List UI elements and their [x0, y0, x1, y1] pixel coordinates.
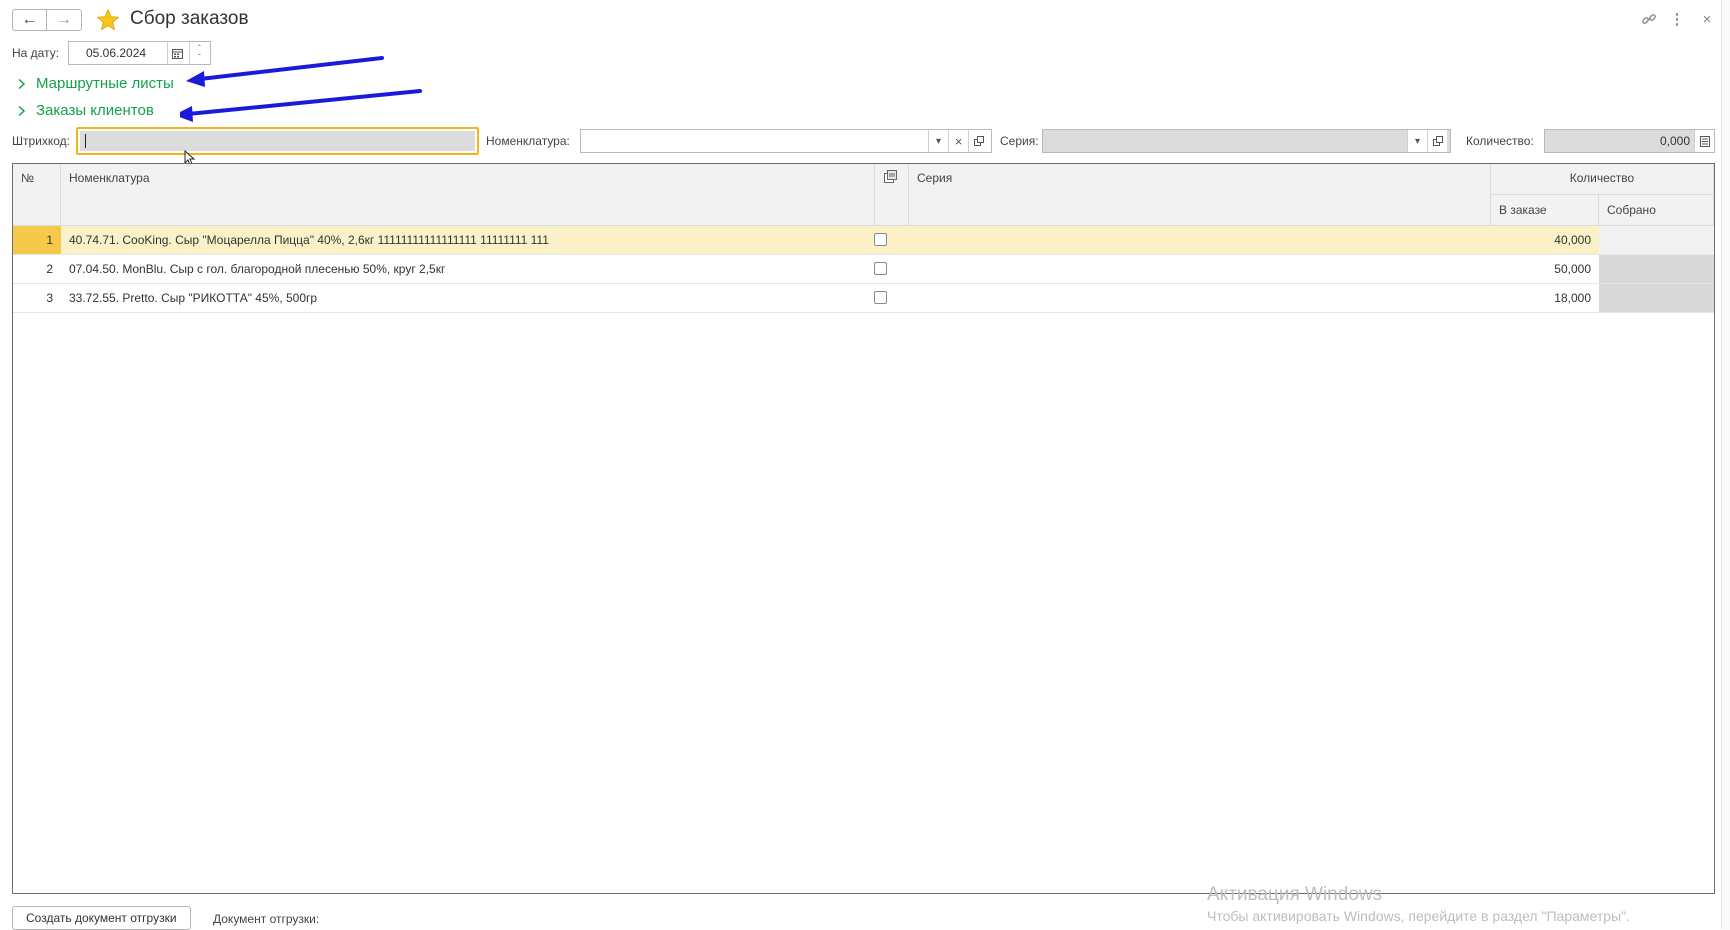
favorite-star-icon[interactable]: [96, 8, 120, 32]
row-collected[interactable]: [1599, 226, 1714, 254]
more-menu-button[interactable]: ⋮: [1666, 8, 1688, 30]
series-label: Серия:: [1000, 134, 1039, 148]
annotation-arrow-1: [198, 56, 384, 81]
more-vertical-icon: ⋮: [1669, 11, 1685, 28]
annotation-arrowhead-2: [180, 106, 193, 122]
open-form-icon: [973, 136, 984, 146]
table-row[interactable]: 2 07.04.50. MonBlu. Сыр с гол. благородн…: [13, 255, 1714, 284]
row-checkbox[interactable]: [874, 233, 887, 246]
row-in-order: 50,000: [1554, 262, 1591, 276]
close-icon: ×: [1702, 10, 1712, 28]
dropdown-icon: ▾: [1414, 135, 1421, 147]
open-form-icon: [1432, 136, 1443, 146]
shipment-doc-label: Документ отгрузки:: [213, 912, 320, 926]
row-series: [917, 255, 1487, 283]
watermark-subtitle: Чтобы активировать Windows, перейдите в …: [1207, 908, 1630, 924]
nomenclature-field[interactable]: ▾ ×: [580, 129, 992, 153]
page-title: Сбор заказов: [130, 8, 249, 29]
series-field[interactable]: ▾: [1042, 129, 1451, 153]
nomenclature-open-button[interactable]: [968, 130, 988, 152]
row-collected[interactable]: [1599, 284, 1714, 312]
barcode-input[interactable]: [76, 127, 479, 155]
column-header-label: В заказе: [1499, 203, 1547, 217]
annotation-arrow-2: [186, 89, 422, 116]
row-collected[interactable]: [1599, 255, 1714, 283]
link-icon: [1642, 14, 1656, 24]
series-dropdown-button[interactable]: ▾: [1407, 130, 1427, 152]
table-row[interactable]: 1 40.74.71. CooKing. Сыр "Моцарелла Пицц…: [13, 226, 1714, 255]
chevron-right-icon: [18, 78, 26, 89]
row-nomenclature: 33.72.55. Pretto. Сыр "РИКОТТА" 45%, 500…: [69, 291, 318, 305]
row-nomenclature: 07.04.50. MonBlu. Сыр с гол. благородной…: [69, 262, 446, 276]
barcode-input-inner: [80, 131, 475, 151]
group-label: Маршрутные листы: [36, 75, 174, 92]
row-series: [917, 284, 1487, 312]
column-header-label: Номенклатура: [69, 171, 150, 185]
arrow-left-icon: ←: [21, 11, 38, 28]
copy-icon: [884, 170, 897, 183]
group-customer-orders[interactable]: Заказы клиентов: [16, 102, 154, 119]
date-value: 05.06.2024: [86, 46, 147, 60]
nomenclature-clear-button[interactable]: ×: [948, 130, 968, 152]
column-header-check[interactable]: [875, 164, 909, 226]
date-label: На дату:: [12, 46, 60, 60]
quantity-label: Количество:: [1466, 134, 1534, 148]
dropdown-icon: ▾: [935, 135, 942, 147]
create-shipment-button[interactable]: Создать документ отгрузки: [12, 906, 191, 930]
nomenclature-label: Номенклатура:: [486, 134, 570, 148]
annotation-arrowhead-1: [186, 71, 205, 87]
row-checkbox[interactable]: [874, 262, 887, 275]
back-button[interactable]: ←: [12, 9, 47, 31]
column-header-number[interactable]: №: [13, 164, 61, 226]
forward-button[interactable]: →: [47, 9, 82, 31]
column-header-collected[interactable]: Собрано: [1599, 195, 1714, 226]
column-header-label: Серия: [917, 171, 953, 185]
text-cursor: [85, 134, 86, 148]
quantity-field[interactable]: 0,000: [1544, 129, 1715, 153]
row-number: 2: [46, 262, 53, 276]
column-header-quantity: Количество: [1491, 164, 1714, 195]
calculator-button[interactable]: [1694, 130, 1714, 152]
group-label: Заказы клиентов: [36, 102, 154, 119]
column-header-in-order[interactable]: В заказе: [1491, 195, 1599, 226]
arrow-right-icon: →: [56, 11, 72, 28]
chevron-right-icon: [18, 105, 26, 116]
watermark-title: Активация Windows: [1207, 884, 1383, 905]
nomenclature-dropdown-button[interactable]: ▾: [928, 130, 948, 152]
row-number: 3: [46, 291, 53, 305]
barcode-label: Штрихкод:: [12, 134, 71, 148]
column-header-nomenclature[interactable]: Номенклатура: [61, 164, 875, 226]
vertical-scrollbar[interactable]: [1721, 0, 1730, 929]
row-series: [917, 226, 1487, 254]
column-header-series[interactable]: Серия: [909, 164, 1491, 226]
column-header-label: Собрано: [1607, 203, 1656, 217]
row-number: 1: [13, 226, 61, 254]
link-button[interactable]: [1638, 8, 1660, 30]
row-in-order: 40,000: [1491, 226, 1599, 254]
clear-icon: ×: [954, 133, 963, 149]
quantity-value: 0,000: [1659, 134, 1690, 148]
annotation-arrows: [180, 56, 422, 122]
row-nomenclature: 40.74.71. CooKing. Сыр "Моцарелла Пицца"…: [69, 233, 549, 247]
column-header-label: Количество: [1569, 171, 1635, 185]
row-checkbox[interactable]: [874, 291, 887, 304]
table-row[interactable]: 3 33.72.55. Pretto. Сыр "РИКОТТА" 45%, 5…: [13, 284, 1714, 313]
group-route-sheets[interactable]: Маршрутные листы: [16, 75, 174, 92]
calculator-icon: [1699, 135, 1710, 147]
row-in-order: 18,000: [1554, 291, 1591, 305]
series-open-button[interactable]: [1427, 130, 1447, 152]
goods-table[interactable]: № Номенклатура Серия Количество В заказе…: [12, 163, 1715, 894]
column-header-label: №: [21, 171, 34, 185]
close-button[interactable]: ×: [1696, 8, 1718, 30]
